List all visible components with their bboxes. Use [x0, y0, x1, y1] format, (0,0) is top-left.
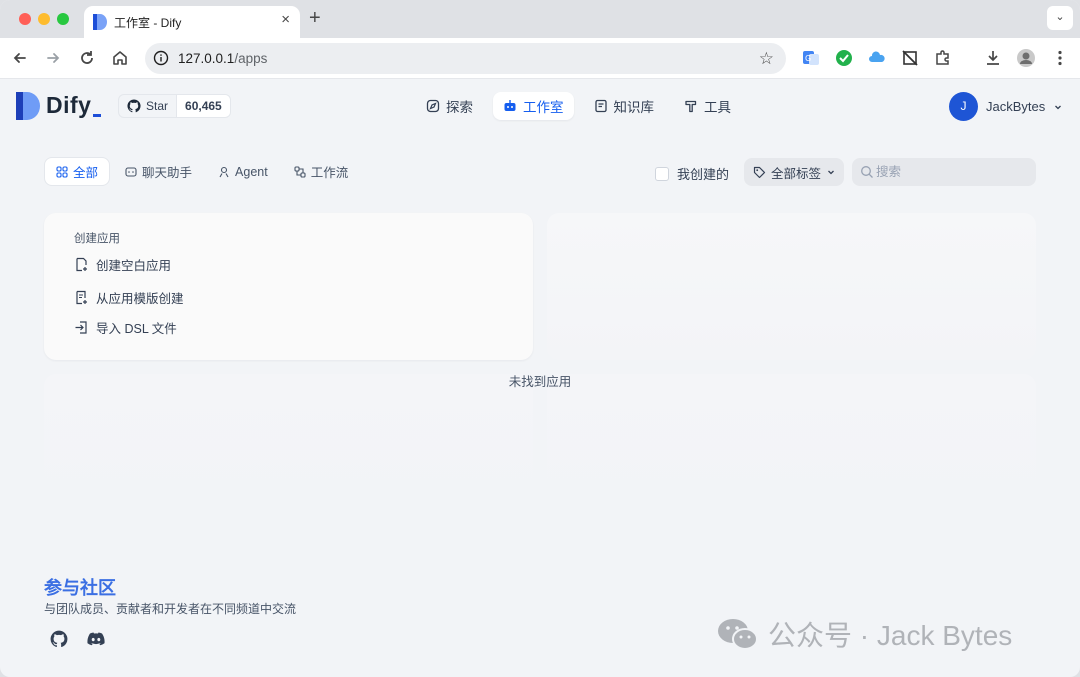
url-text: 127.0.0.1/apps [178, 51, 268, 66]
minimize-window-button[interactable] [38, 13, 50, 25]
back-icon[interactable] [10, 48, 30, 68]
tag-icon [753, 166, 766, 178]
logo-underscore [93, 114, 101, 117]
tab-close-icon[interactable]: × [281, 11, 290, 28]
avatar: J [949, 92, 978, 121]
github-star-button[interactable]: Star 60,465 [118, 94, 231, 118]
dify-logo-icon[interactable] [16, 92, 40, 120]
app-header: Dify Star 60,465 探索 工作室 知识库 工具 J JackByt… [0, 80, 1080, 132]
home-icon[interactable] [110, 48, 130, 68]
nav-tools[interactable]: 工具 [674, 92, 741, 120]
address-bar[interactable]: 127.0.0.1/apps ☆ [145, 43, 786, 74]
create-blank-app-button[interactable]: 创建空白应用 [74, 255, 171, 274]
translate-extension-icon[interactable]: G [801, 48, 821, 68]
nav-knowledge[interactable]: 知识库 [584, 92, 665, 120]
github-icon [127, 99, 141, 113]
search-input[interactable] [876, 162, 1026, 182]
template-file-icon [76, 290, 87, 305]
new-tab-icon[interactable]: + [309, 7, 321, 30]
browser-tab-active[interactable]: 工作室 - Dify × [84, 6, 300, 38]
create-blank-app-label: 创建空白应用 [96, 259, 172, 273]
watermark-text: 公众号 · Jack Bytes [768, 620, 1013, 651]
nav-studio[interactable]: 工作室 [493, 92, 574, 120]
import-icon [75, 321, 87, 334]
maximize-window-button[interactable] [57, 13, 69, 25]
hammer-icon [685, 100, 697, 113]
tab-title: 工作室 - Dify [114, 16, 182, 30]
svg-text:G: G [805, 54, 811, 63]
created-by-me-filter[interactable]: 我创建的 [655, 164, 729, 183]
created-by-me-checkbox[interactable] [655, 166, 669, 181]
tab-agent-label: Agent [235, 164, 268, 179]
github-star-label: Star [146, 99, 169, 113]
tab-workflow[interactable]: 工作流 [283, 157, 360, 186]
site-info-icon[interactable] [153, 50, 169, 66]
robot-icon [504, 100, 516, 111]
grid-icon [56, 165, 68, 178]
tab-chat-assistant[interactable]: 聊天助手 [114, 157, 203, 186]
nav-tools-label: 工具 [704, 100, 731, 115]
blocked-extension-icon[interactable] [900, 48, 920, 68]
tab-search-dropdown-icon[interactable]: ⌄ [1047, 6, 1073, 30]
watermark: 公众号 · Jack Bytes [716, 614, 1012, 654]
chevron-down-icon [828, 170, 834, 175]
tab-chat-assistant-label: 聊天助手 [142, 166, 193, 180]
tag-filter-dropdown[interactable]: 全部标签 [744, 158, 844, 186]
browser-toolbar: 127.0.0.1/apps ☆ G [0, 38, 1080, 79]
create-app-title: 创建应用 [74, 233, 120, 245]
import-dsl-label: 导入 DSL 文件 [96, 322, 177, 336]
placeholder-card [547, 213, 1036, 360]
dify-favicon-icon [93, 14, 107, 30]
nav-explore-label: 探索 [446, 100, 473, 115]
import-dsl-button[interactable]: 导入 DSL 文件 [74, 318, 177, 337]
github-icon[interactable] [50, 630, 68, 648]
chat-bubble-icon [125, 166, 137, 177]
compass-icon [426, 99, 440, 113]
community-description: 与团队成员、贡献者和开发者在不同频道中交流 [44, 602, 297, 616]
reload-icon[interactable] [77, 48, 97, 68]
tab-all[interactable]: 全部 [44, 157, 111, 186]
cloud-extension-icon[interactable] [867, 48, 887, 68]
nav-knowledge-label: 知识库 [613, 100, 655, 115]
github-star-count: 60,465 [176, 95, 230, 117]
browser-window: 工作室 - Dify × + ⌄ 127.0.0.1/apps ☆ G Dify [0, 0, 1080, 677]
forward-icon[interactable] [43, 48, 63, 68]
download-icon[interactable] [983, 48, 1003, 68]
book-icon [594, 99, 607, 113]
logo-text[interactable]: Dify [46, 92, 91, 119]
community-title: 参与社区 [44, 578, 116, 598]
create-from-template-button[interactable]: 从应用模版创建 [74, 288, 184, 307]
close-window-button[interactable] [19, 13, 31, 25]
wechat-icon [718, 619, 758, 650]
file-plus-icon [76, 257, 87, 272]
extensions-puzzle-icon[interactable] [933, 48, 953, 68]
nav-explore[interactable]: 探索 [416, 92, 483, 120]
created-by-me-label: 我创建的 [677, 167, 730, 182]
discord-icon[interactable] [87, 630, 105, 648]
nav-studio-label: 工作室 [523, 100, 564, 115]
green-check-extension-icon[interactable] [834, 48, 854, 68]
tab-workflow-label: 工作流 [310, 166, 349, 180]
app-type-tabs: 全部 聊天助手 Agent 工作流 [44, 157, 359, 186]
chevron-down-icon [1055, 105, 1062, 109]
main-nav: 探索 工作室 知识库 工具 [416, 92, 741, 120]
placeholder-card [44, 374, 533, 514]
profile-avatar-icon[interactable] [1016, 48, 1036, 68]
browser-menu-icon[interactable] [1050, 48, 1070, 68]
tag-filter-label: 全部标签 [771, 166, 822, 181]
tab-agent[interactable]: Agent [207, 157, 279, 186]
workflow-icon [294, 165, 306, 178]
user-name: JackBytes [986, 99, 1046, 114]
search-icon [861, 166, 873, 178]
tab-strip: 工作室 - Dify × + ⌄ [0, 0, 1080, 38]
tab-all-label: 全部 [73, 166, 99, 180]
search-box[interactable] [852, 158, 1036, 186]
create-from-template-label: 从应用模版创建 [96, 292, 184, 306]
placeholder-card [547, 374, 1036, 514]
user-menu[interactable]: J JackBytes [949, 92, 1063, 121]
no-apps-message: 未找到应用 [508, 375, 572, 389]
create-app-card: 创建应用 创建空白应用 从应用模版创建 导入 DSL 文件 [44, 213, 533, 360]
agent-icon [219, 166, 229, 177]
bookmark-star-icon[interactable]: ☆ [759, 49, 774, 69]
